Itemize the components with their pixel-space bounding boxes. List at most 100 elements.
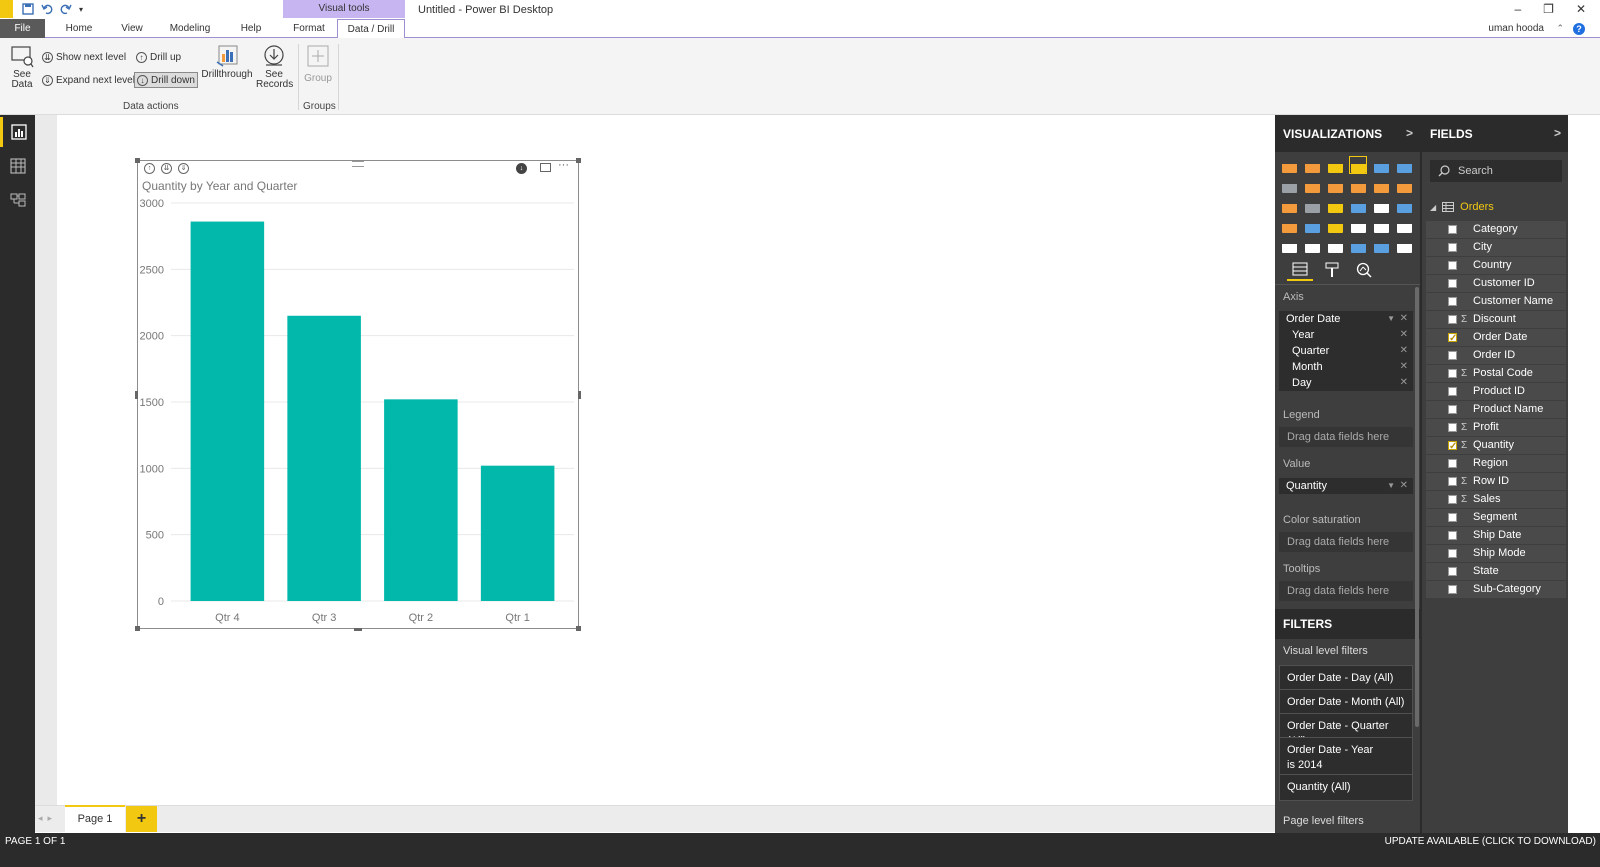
field-checkbox[interactable] xyxy=(1448,531,1457,540)
field-item[interactable]: Product ID xyxy=(1426,383,1566,400)
value-field[interactable]: Quantity ▼ ✕ xyxy=(1279,478,1413,494)
drillthrough-button[interactable]: Drillthrough xyxy=(201,44,253,80)
field-item[interactable]: Σ Quantity xyxy=(1426,437,1566,455)
tooltips-drop-zone[interactable]: Drag data fields here xyxy=(1279,581,1413,601)
field-checkbox[interactable] xyxy=(1448,243,1457,252)
value-well[interactable]: Quantity ▼ ✕ xyxy=(1279,478,1413,494)
show-next-level-button[interactable]: ⇊ Show next level xyxy=(40,49,128,65)
visual-type-icon[interactable] xyxy=(1303,216,1321,234)
tab-view[interactable]: View xyxy=(112,19,152,38)
filter-card[interactable]: Quantity (All) xyxy=(1279,774,1413,801)
tab-home[interactable]: Home xyxy=(58,19,100,38)
analytics-tab[interactable] xyxy=(1351,259,1377,281)
field-item[interactable]: Region xyxy=(1426,455,1566,472)
visual-type-icon[interactable] xyxy=(1395,196,1413,214)
update-available-link[interactable]: UPDATE AVAILABLE (CLICK TO DOWNLOAD) xyxy=(1385,836,1596,847)
visual-type-icon[interactable] xyxy=(1349,156,1367,174)
field-checkbox[interactable] xyxy=(1448,405,1457,414)
field-checkbox[interactable] xyxy=(1448,351,1457,360)
field-checkbox[interactable] xyxy=(1448,225,1457,234)
field-item[interactable]: Order ID xyxy=(1426,347,1566,364)
visual-type-icon[interactable] xyxy=(1395,236,1413,254)
collapse-ribbon-icon[interactable]: ⌃ xyxy=(1556,19,1564,38)
visual-type-icon[interactable] xyxy=(1326,236,1344,254)
see-data-button[interactable]: See Data xyxy=(8,44,36,90)
add-page-button[interactable]: + xyxy=(126,806,157,832)
page-tab-1[interactable]: Page 1 xyxy=(65,805,125,832)
bar[interactable] xyxy=(384,399,458,601)
table-orders[interactable]: ◢ Orders xyxy=(1430,201,1494,213)
collapse-visualizations-icon[interactable]: > xyxy=(1406,126,1413,140)
minimize-button[interactable]: – xyxy=(1514,2,1521,16)
scrollbar[interactable] xyxy=(1415,287,1419,727)
data-view-button[interactable] xyxy=(0,151,35,181)
tab-file[interactable]: File xyxy=(0,19,45,38)
field-checkbox[interactable] xyxy=(1448,330,1457,347)
visual-type-icon[interactable] xyxy=(1372,196,1390,214)
axis-level[interactable]: Day ✕ xyxy=(1279,375,1413,391)
resize-handle[interactable] xyxy=(354,628,362,631)
visual-type-icon[interactable] xyxy=(1372,216,1390,234)
visual-type-icon[interactable] xyxy=(1303,196,1321,214)
focus-mode-icon[interactable] xyxy=(540,163,551,172)
filter-card[interactable]: Order Date - Month (All) xyxy=(1279,689,1413,716)
field-item[interactable]: Σ Row ID xyxy=(1426,473,1566,490)
remove-icon[interactable]: ✕ xyxy=(1400,327,1408,343)
field-checkbox[interactable] xyxy=(1448,513,1457,522)
visual-type-icon[interactable] xyxy=(1303,176,1321,194)
drill-up-button[interactable]: ↑ Drill up xyxy=(134,49,183,65)
field-item[interactable]: Product Name xyxy=(1426,401,1566,418)
visual-type-icon[interactable] xyxy=(1349,176,1367,194)
field-checkbox[interactable] xyxy=(1448,567,1457,576)
visual-type-icon[interactable] xyxy=(1326,196,1344,214)
tab-data-drill[interactable]: Data / Drill xyxy=(337,19,405,39)
visual-type-icon[interactable] xyxy=(1280,176,1298,194)
field-checkbox[interactable] xyxy=(1448,438,1457,455)
remove-icon[interactable]: ✕ xyxy=(1400,478,1408,494)
visual-type-icon[interactable] xyxy=(1349,236,1367,254)
field-item[interactable]: Ship Date xyxy=(1426,527,1566,544)
more-options-icon[interactable]: ··· xyxy=(558,159,569,171)
visual-type-icon[interactable] xyxy=(1326,216,1344,234)
visual-type-icon[interactable] xyxy=(1280,236,1298,254)
field-item[interactable]: Category xyxy=(1426,221,1566,238)
relationship-view-button[interactable] xyxy=(0,185,35,215)
filter-card[interactable]: Order Date - Day (All) xyxy=(1279,665,1413,692)
help-icon[interactable]: ? xyxy=(1573,23,1585,35)
close-button[interactable]: ✕ xyxy=(1576,2,1586,16)
fields-tab[interactable] xyxy=(1287,259,1313,281)
field-item[interactable]: State xyxy=(1426,563,1566,580)
expand-next-level-button[interactable]: ⇓ Expand next level xyxy=(40,72,137,88)
field-checkbox[interactable] xyxy=(1448,369,1457,378)
field-item[interactable]: Order Date xyxy=(1426,329,1566,347)
bar[interactable] xyxy=(480,465,555,601)
axis-level[interactable]: Quarter ✕ xyxy=(1279,343,1413,359)
visual-type-icon[interactable] xyxy=(1303,156,1321,174)
field-checkbox[interactable] xyxy=(1448,549,1457,558)
field-item[interactable]: Σ Profit xyxy=(1426,419,1566,436)
report-view-button[interactable] xyxy=(0,117,35,147)
bar[interactable] xyxy=(287,315,361,601)
field-checkbox[interactable] xyxy=(1448,387,1457,396)
see-records-button[interactable]: See Records xyxy=(256,44,293,90)
legend-drop-zone[interactable]: Drag data fields here xyxy=(1279,427,1413,447)
field-item[interactable]: Customer ID xyxy=(1426,275,1566,292)
field-item[interactable]: City xyxy=(1426,239,1566,256)
field-checkbox[interactable] xyxy=(1448,261,1457,270)
field-checkbox[interactable] xyxy=(1448,459,1457,468)
visual-type-icon[interactable] xyxy=(1372,236,1390,254)
dropdown-icon[interactable]: ▼ xyxy=(1387,311,1395,327)
group-button[interactable]: Group xyxy=(303,44,333,84)
tab-help[interactable]: Help xyxy=(232,19,270,38)
color-saturation-drop-zone[interactable]: Drag data fields here xyxy=(1279,532,1413,552)
field-item[interactable]: Country xyxy=(1426,257,1566,274)
field-item[interactable]: Σ Postal Code xyxy=(1426,365,1566,382)
collapse-fields-icon[interactable]: > xyxy=(1554,126,1561,140)
drag-handle-icon[interactable] xyxy=(352,161,364,167)
tab-format[interactable]: Format xyxy=(284,19,334,38)
filter-card[interactable]: Order Date - Year is 2014 xyxy=(1279,737,1413,779)
remove-icon[interactable]: ✕ xyxy=(1400,375,1408,391)
drill-down-mode-icon[interactable]: ↓ xyxy=(516,163,527,174)
field-search-input[interactable]: Search xyxy=(1430,160,1562,182)
field-checkbox[interactable] xyxy=(1448,423,1457,432)
